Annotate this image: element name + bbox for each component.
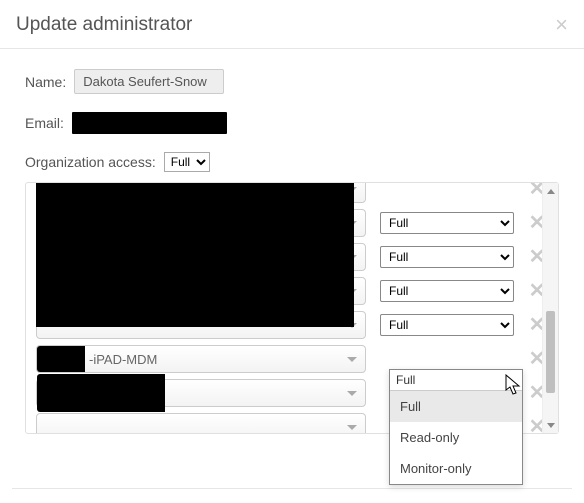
network-dropdown[interactable]: -iPAD-MDM	[36, 345, 366, 373]
org-access-row: Organization access: Full	[25, 152, 559, 172]
name-input[interactable]	[74, 69, 224, 94]
permission-select-open[interactable]: Full	[390, 370, 522, 391]
dropdown-option-full[interactable]: Full	[390, 391, 522, 422]
chevron-down-icon	[347, 357, 357, 362]
dropdown-option-readonly[interactable]: Read-only	[390, 422, 522, 453]
redacted-block	[36, 183, 354, 327]
permission-select[interactable]: Full	[380, 246, 514, 268]
dialog-title: Update administrator	[16, 14, 192, 36]
name-row: Name:	[25, 69, 559, 94]
name-label: Name:	[25, 74, 66, 90]
close-icon[interactable]: ×	[555, 14, 568, 36]
network-dropdown[interactable]	[36, 379, 366, 407]
scroll-thumb[interactable]	[546, 311, 555, 393]
permission-select[interactable]: Full	[380, 212, 514, 234]
dialog-header: Update administrator ×	[0, 0, 584, 49]
email-redacted	[72, 112, 227, 134]
redacted-block	[37, 374, 165, 412]
org-access-select[interactable]: Full	[164, 152, 210, 172]
chevron-down-icon	[347, 425, 357, 430]
org-access-label: Organization access:	[25, 154, 156, 170]
email-row: Email:	[25, 112, 559, 134]
permission-dropdown-open[interactable]: Full Full Read-only Monitor-only	[389, 369, 523, 485]
scroll-up-icon[interactable]	[543, 183, 558, 199]
redacted-block	[37, 346, 85, 372]
scrollbar[interactable]	[542, 183, 558, 433]
chevron-down-icon	[347, 391, 357, 396]
permission-select[interactable]: Full	[380, 314, 514, 336]
dropdown-option-monitoronly[interactable]: Monitor-only	[390, 453, 522, 484]
permission-select[interactable]: Full	[380, 280, 514, 302]
network-dropdown[interactable]	[36, 413, 366, 433]
email-label: Email:	[25, 115, 64, 131]
scroll-down-icon[interactable]	[543, 417, 558, 433]
dialog-footer-divider	[12, 488, 572, 489]
